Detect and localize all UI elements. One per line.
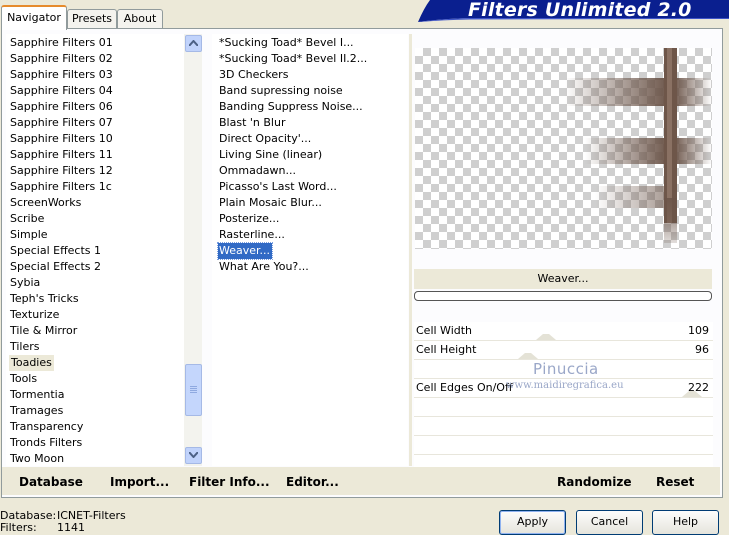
tab-navigator[interactable]: Navigator — [1, 5, 67, 30]
filter-item[interactable]: *Sucking Toad* Bevel I... — [219, 35, 354, 51]
tab-strip: Navigator Presets About — [0, 0, 400, 30]
category-item[interactable]: Special Effects 1 — [10, 243, 101, 259]
watermark-name: Pinuccia — [533, 360, 599, 378]
category-item[interactable]: Tilers — [10, 339, 40, 355]
parameter-value: 222 — [688, 381, 709, 394]
category-item[interactable]: Sapphire Filters 12 — [10, 163, 113, 179]
filter-item[interactable]: Direct Opacity'... — [219, 131, 311, 147]
category-item[interactable]: Sapphire Filters 11 — [10, 147, 113, 163]
preview-image — [415, 48, 712, 249]
filters-count: 1141 — [57, 521, 85, 534]
filters-label: Filters: — [0, 521, 37, 534]
category-item[interactable]: Tools — [10, 371, 37, 387]
category-item[interactable]: Sybia — [10, 275, 40, 291]
category-item[interactable]: Tile & Mirror — [10, 323, 77, 339]
parameter-name: Cell Height — [416, 343, 477, 356]
chevron-up-icon — [189, 40, 198, 46]
slider-marker-icon[interactable] — [536, 334, 556, 340]
parameter-value: 109 — [688, 324, 709, 337]
brand-banner: Filters Unlimited 2.0 — [410, 0, 729, 22]
filter-item[interactable]: Blast 'n Blur — [219, 115, 285, 131]
category-list[interactable]: Sapphire Filters 01 Sapphire Filters 02 Sa… — [6, 34, 202, 466]
category-item[interactable]: ScreenWorks — [10, 195, 81, 211]
category-item[interactable]: Sapphire Filters 04 — [10, 83, 113, 99]
parameter-row[interactable]: Cell Height 96 — [414, 341, 713, 360]
category-item[interactable]: Sapphire Filters 02 — [10, 51, 113, 67]
filter-info-button[interactable]: Filter Info... — [189, 475, 270, 489]
database-button[interactable]: Database — [19, 475, 83, 489]
filter-item[interactable]: Ommadawn... — [219, 163, 296, 179]
parameter-row[interactable] — [414, 417, 713, 436]
category-item[interactable]: Teph's Tricks — [10, 291, 79, 307]
preview-weave-render — [565, 48, 712, 243]
chevron-down-icon — [189, 452, 198, 458]
help-button[interactable]: Help — [652, 510, 719, 535]
scroll-down-button[interactable] — [185, 447, 202, 464]
category-item[interactable]: Tormentia — [10, 387, 64, 403]
category-item[interactable]: Simple — [10, 227, 48, 243]
apply-button[interactable]: Apply — [499, 510, 566, 535]
parameter-name: Cell Width — [416, 324, 473, 337]
category-scrollbar[interactable] — [184, 34, 202, 466]
category-item[interactable]: Texturize — [10, 307, 59, 323]
filter-item[interactable]: *Sucking Toad* Bevel II.2... — [219, 51, 367, 67]
category-item[interactable]: Toadies — [9, 355, 54, 371]
panel-divider — [409, 34, 412, 466]
tab-about[interactable]: About — [117, 9, 163, 29]
filter-item[interactable]: Plain Mosaic Blur... — [219, 195, 322, 211]
category-item[interactable]: Tronds Filters — [10, 435, 82, 451]
category-item[interactable]: Transparency — [10, 419, 83, 435]
category-item[interactable]: Sapphire Filters 01 — [10, 35, 113, 51]
filter-item[interactable]: What Are You?... — [219, 259, 309, 275]
filter-item[interactable]: 3D Checkers — [219, 67, 288, 83]
scroll-up-button[interactable] — [185, 35, 202, 52]
filter-item[interactable]: Weaver... — [216, 242, 274, 260]
parameter-row[interactable] — [414, 398, 713, 417]
editor-button[interactable]: Editor... — [286, 475, 339, 489]
category-item[interactable]: Tramages — [10, 403, 63, 419]
reset-button[interactable]: Reset — [656, 475, 694, 489]
parameter-row[interactable]: Cell Width 109 — [414, 322, 713, 341]
parameter-row[interactable] — [414, 436, 713, 455]
category-item[interactable]: Sapphire Filters 1c — [10, 179, 112, 195]
tab-presets[interactable]: Presets — [67, 9, 117, 29]
randomize-button[interactable]: Randomize — [557, 475, 631, 489]
filter-item[interactable]: Picasso's Last Word... — [219, 179, 337, 195]
bottom-toolbar: Database Import... Filter Info... Editor… — [2, 467, 720, 495]
filter-list[interactable]: *Sucking Toad* Bevel I... *Sucking Toad* … — [212, 34, 408, 466]
parameter-name: Cell Edges On/Off — [416, 381, 513, 394]
category-item[interactable]: Sapphire Filters 07 — [10, 115, 113, 131]
slider-marker-icon[interactable] — [518, 353, 538, 359]
category-item[interactable]: Two Moon — [10, 451, 64, 466]
parameter-value: 96 — [695, 343, 709, 356]
filter-item[interactable]: Living Sine (linear) — [219, 147, 322, 163]
category-item[interactable]: Sapphire Filters 03 — [10, 67, 113, 83]
category-item[interactable]: Sapphire Filters 10 — [10, 131, 113, 147]
filter-name-display: Weaver... — [414, 269, 712, 289]
filter-item[interactable]: Band supressing noise — [219, 83, 343, 99]
parameter-panel: Cell Width 109 Cell Height 96 Cell Edges On/… — [414, 322, 713, 474]
filter-item[interactable]: Banding Suppress Noise... — [219, 99, 363, 115]
category-item[interactable]: Special Effects 2 — [10, 259, 101, 275]
category-item[interactable]: Scribe — [10, 211, 44, 227]
brand-title: Filters Unlimited 2.0 — [468, 0, 692, 21]
scroll-thumb[interactable] — [185, 364, 202, 416]
filter-item[interactable]: Rasterline... — [219, 227, 285, 243]
import-button[interactable]: Import... — [110, 475, 169, 489]
watermark-site: www.maidiregrafica.eu — [506, 380, 624, 391]
filter-item[interactable]: Posterize... — [219, 211, 279, 227]
cancel-button[interactable]: Cancel — [576, 510, 643, 535]
category-item[interactable]: Sapphire Filters 06 — [10, 99, 113, 115]
progress-bar — [414, 291, 712, 301]
